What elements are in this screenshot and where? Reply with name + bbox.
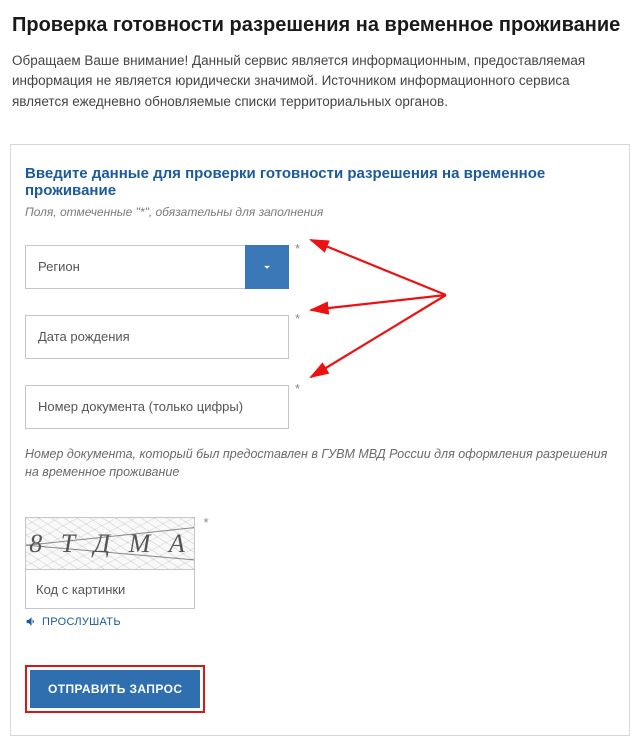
captcha-text: 8 Т Д М А <box>29 529 191 559</box>
region-select[interactable]: Регион <box>25 245 245 289</box>
doc-hint: Номер документа, который был предоставле… <box>25 445 615 481</box>
captcha-listen-label: ПРОСЛУШАТЬ <box>42 616 121 628</box>
speaker-icon <box>25 615 38 628</box>
doc-number-input[interactable]: Номер документа (только цифры) <box>25 385 289 429</box>
required-asterisk: * <box>295 241 300 256</box>
region-dropdown-toggle[interactable] <box>245 245 289 289</box>
submit-button[interactable]: ОТПРАВИТЬ ЗАПРОС <box>30 670 200 708</box>
page-title: Проверка готовности разрешения на времен… <box>0 0 640 45</box>
form-title: Введите данные для проверки готовности р… <box>25 165 615 199</box>
required-asterisk: * <box>203 515 208 530</box>
required-asterisk: * <box>295 311 300 326</box>
dob-input[interactable]: Дата рождения <box>25 315 289 359</box>
doc-field-row: Номер документа (только цифры) * <box>25 385 615 429</box>
captcha-image: 8 Т Д М А <box>25 517 195 569</box>
captcha-input[interactable]: Код с картинки <box>25 569 195 609</box>
intro-text: Обращаем Ваше внимание! Данный сервис яв… <box>0 45 640 132</box>
required-asterisk: * <box>295 381 300 396</box>
submit-highlight: ОТПРАВИТЬ ЗАПРОС <box>25 665 205 713</box>
dob-field-row: Дата рождения * <box>25 315 615 359</box>
chevron-down-icon <box>260 260 274 274</box>
captcha-block: 8 Т Д М А Код с картинки * ПРОСЛУШАТЬ <box>25 517 615 633</box>
required-note: Поля, отмеченные "*", обязательны для за… <box>25 205 615 219</box>
region-field-row: Регион * <box>25 245 615 289</box>
form-container: Введите данные для проверки готовности р… <box>10 144 630 736</box>
captcha-listen-link[interactable]: ПРОСЛУШАТЬ <box>25 615 121 628</box>
